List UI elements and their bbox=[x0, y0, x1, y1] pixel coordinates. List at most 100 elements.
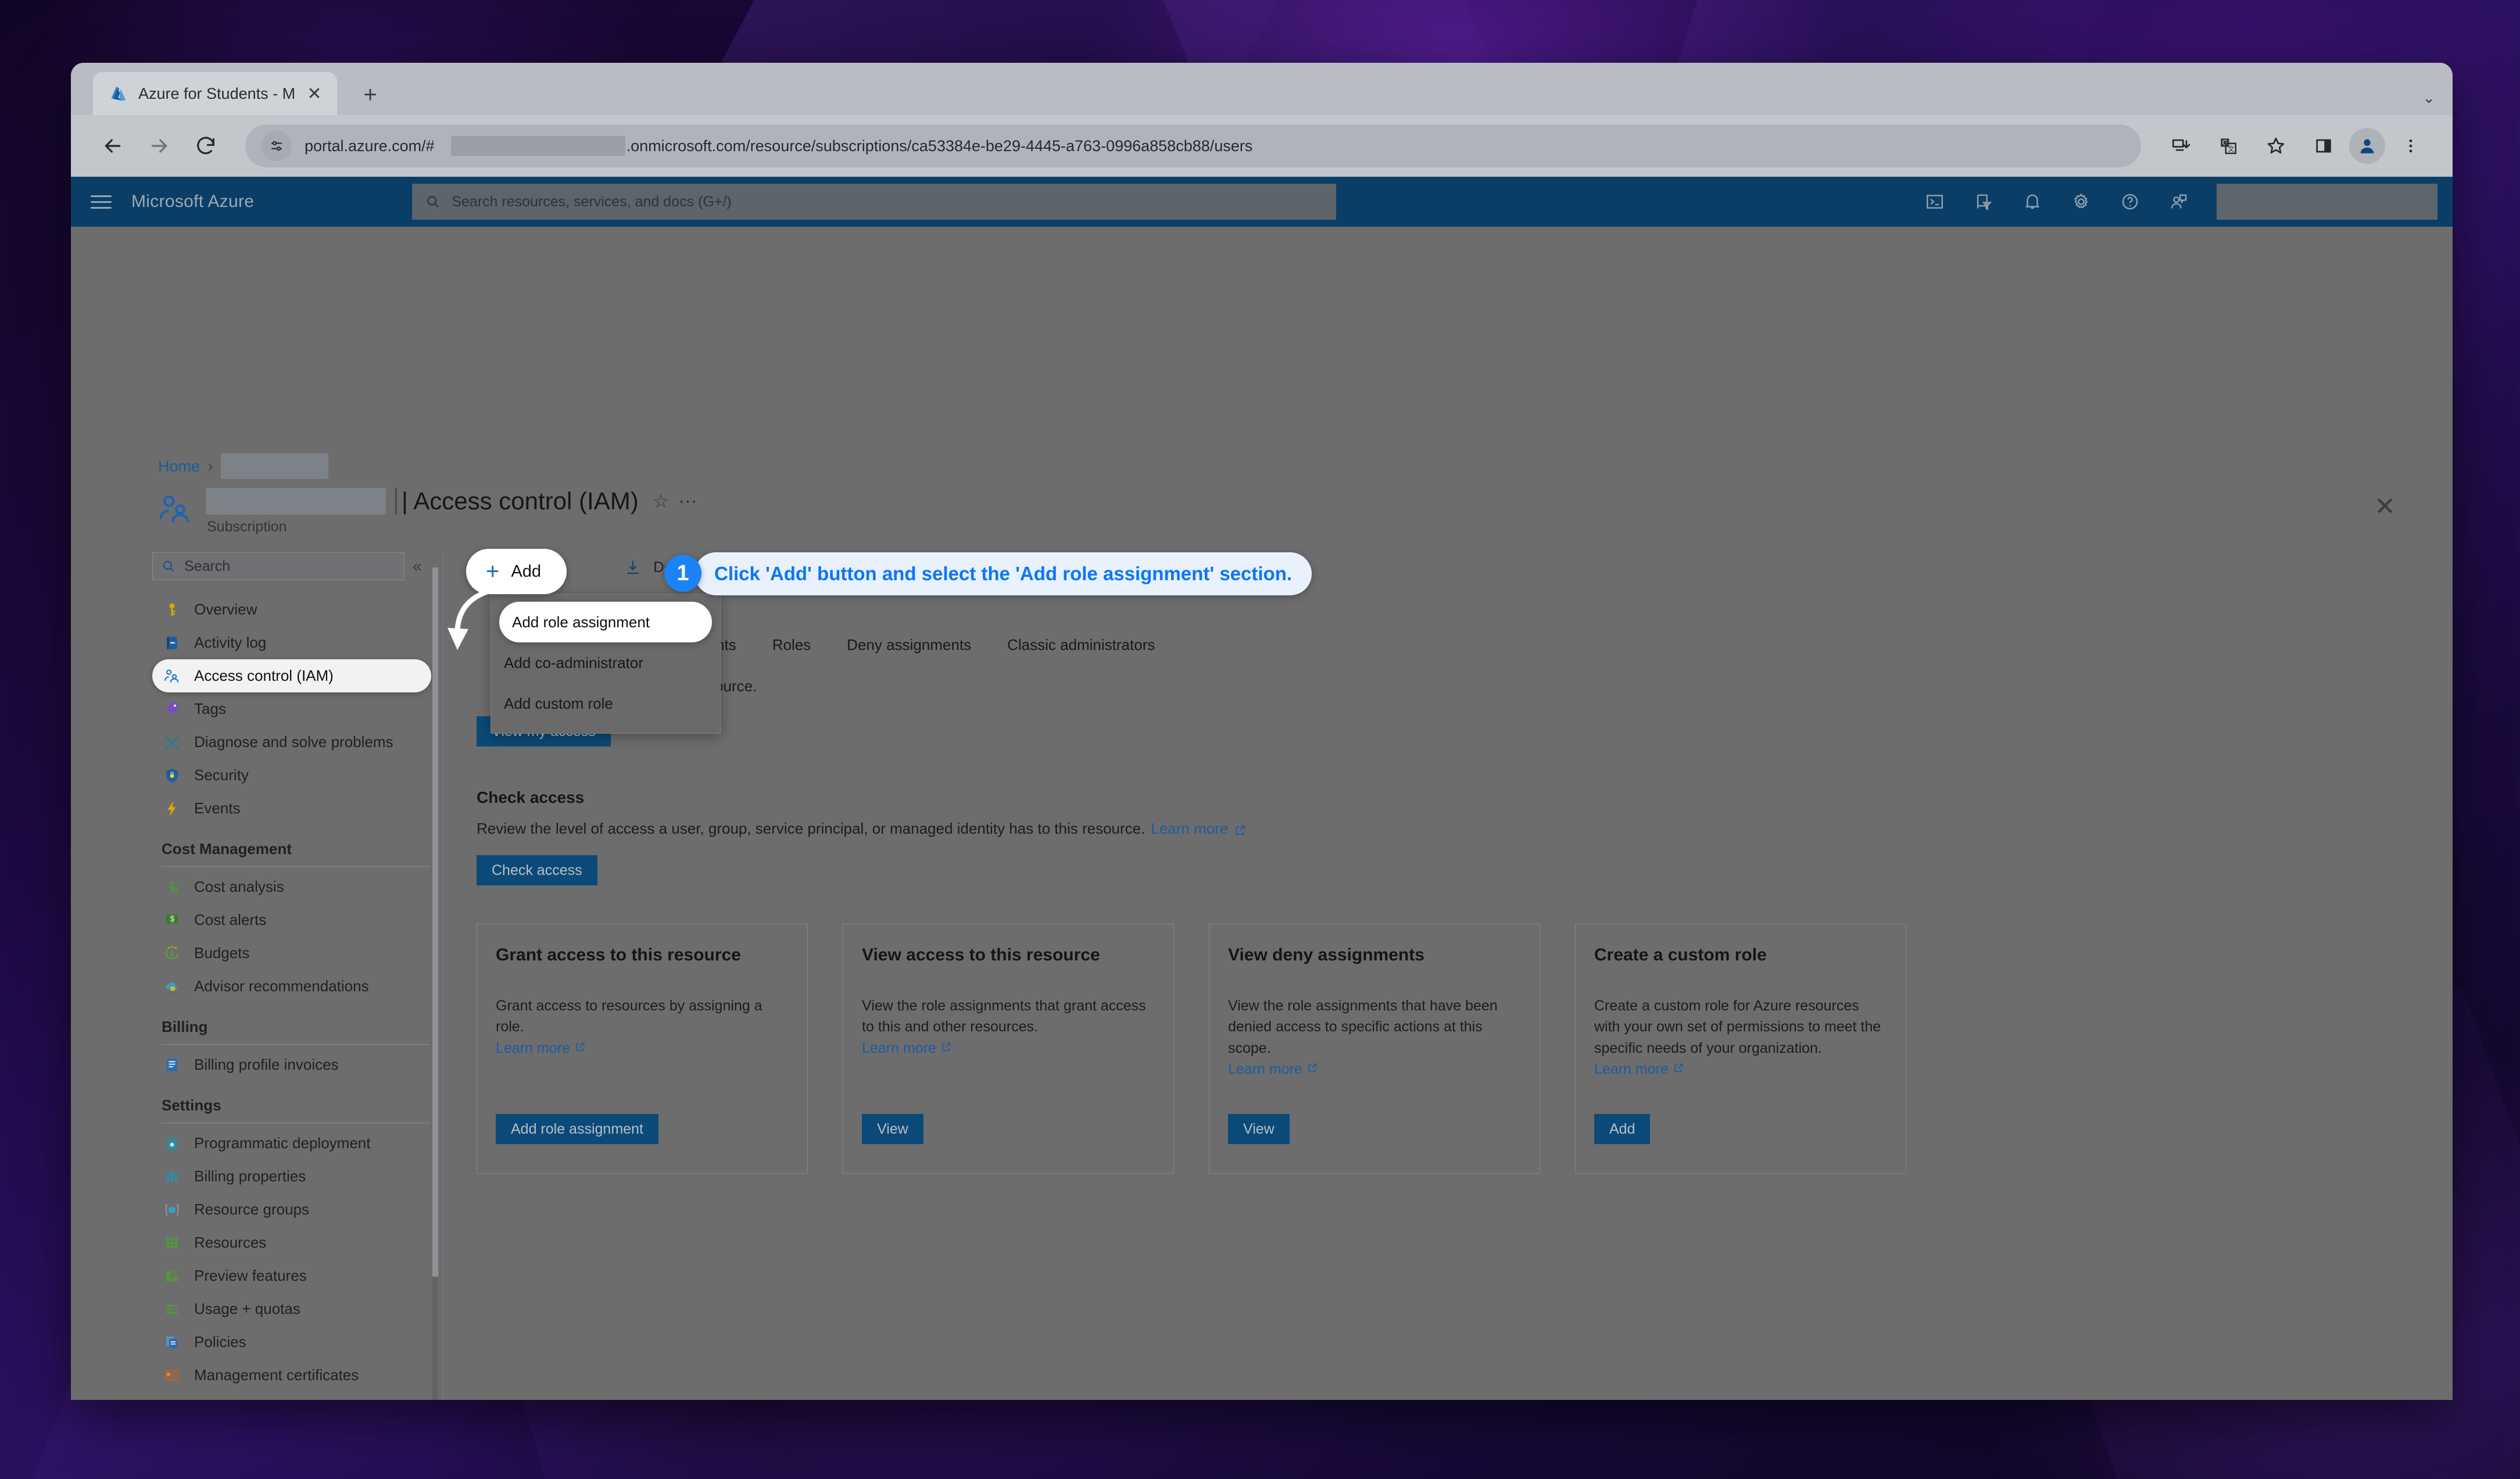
sidebar-item-label: Cost analysis bbox=[194, 878, 284, 895]
learn-more-link[interactable]: Learn more bbox=[496, 1040, 570, 1056]
sidebar-item-label: Security bbox=[194, 766, 249, 784]
breadcrumb-home[interactable]: Home bbox=[158, 458, 200, 476]
menu-item-add-custom-role[interactable]: Add custom role bbox=[491, 683, 720, 724]
plus-icon: + bbox=[486, 559, 500, 584]
address-bar[interactable]: portal.azure.com/# .onmicrosoft.com/reso… bbox=[245, 124, 2141, 167]
sidebar-item-resource-groups[interactable]: Resource groups bbox=[152, 1193, 443, 1226]
add-button[interactable]: + Add bbox=[466, 549, 567, 594]
learn-more-link[interactable]: Learn more bbox=[1594, 1061, 1669, 1077]
star-icon[interactable]: ☆ bbox=[653, 490, 670, 512]
settings-gear-icon[interactable] bbox=[2060, 180, 2103, 223]
card-grant-access: Grant access to this resource Grant acce… bbox=[477, 924, 808, 1174]
feedback-person-icon[interactable] bbox=[2157, 180, 2200, 223]
tab-classic-administrators[interactable]: Classic administrators bbox=[1007, 636, 1155, 654]
notifications-bell-icon[interactable] bbox=[2011, 180, 2054, 223]
reload-icon[interactable] bbox=[184, 124, 228, 168]
window-controls[interactable]: ⌄ bbox=[2422, 89, 2435, 107]
sidebar-group-title: Billing bbox=[162, 1018, 208, 1035]
browser-tab-title: Azure for Students - Microsof bbox=[138, 84, 295, 102]
more-menu-icon[interactable] bbox=[2389, 124, 2433, 168]
new-tab-button[interactable]: + bbox=[350, 74, 391, 115]
grid-icon bbox=[162, 1232, 182, 1253]
help-question-icon[interactable] bbox=[2109, 180, 2152, 223]
learn-more-link[interactable]: Learn more bbox=[1151, 820, 1228, 838]
breadcrumb-separator: › bbox=[208, 458, 213, 474]
install-icon[interactable] bbox=[2159, 124, 2203, 168]
sidebar-item-management-certificates[interactable]: Management certificates bbox=[152, 1359, 443, 1392]
tag-icon bbox=[162, 699, 182, 720]
breadcrumb-redacted-item[interactable] bbox=[221, 453, 329, 479]
azure-header-actions bbox=[1913, 180, 2437, 223]
usage-list-icon bbox=[162, 1299, 182, 1320]
side-panel-icon[interactable] bbox=[2301, 124, 2346, 168]
card-view-access: View access to this resource View the ro… bbox=[843, 924, 1174, 1174]
sidebar-item-advisor-recommendations[interactable]: Advisor recommendations bbox=[152, 970, 443, 1003]
divider bbox=[162, 1044, 430, 1045]
view-button[interactable]: View bbox=[862, 1114, 923, 1144]
view-button[interactable]: View bbox=[1228, 1114, 1290, 1144]
back-icon[interactable] bbox=[91, 124, 135, 168]
learn-more-link[interactable]: Learn more bbox=[862, 1040, 936, 1056]
add-button[interactable]: Add bbox=[1594, 1114, 1651, 1144]
blade-sidebar: Search « Overview Activity log Access co… bbox=[152, 552, 443, 1400]
sidebar-item-budgets[interactable]: $ Budgets bbox=[152, 937, 443, 970]
global-search-input[interactable]: Search resources, services, and docs (G+… bbox=[412, 184, 1337, 220]
certificate-icon bbox=[162, 1365, 182, 1386]
menu-item-add-role-assignment[interactable]: Add role assignment bbox=[499, 602, 712, 642]
azure-brand[interactable]: Microsoft Azure bbox=[131, 192, 254, 212]
breadcrumb: Home › bbox=[158, 453, 329, 479]
tune-icon[interactable] bbox=[262, 131, 292, 161]
check-access-button-row: Check access bbox=[477, 855, 2429, 885]
sidebar-item-diagnose-and-solve-problems[interactable]: Diagnose and solve problems bbox=[152, 726, 443, 759]
card-view-deny-assignments: View deny assignments View the role assi… bbox=[1209, 924, 1540, 1174]
key-icon bbox=[162, 599, 182, 620]
profile-avatar-icon[interactable] bbox=[2349, 128, 2385, 164]
sidebar-item-access-control-iam[interactable]: Access control (IAM) bbox=[152, 659, 431, 692]
cloud-shell-icon[interactable] bbox=[1913, 180, 1956, 223]
forward-icon[interactable] bbox=[137, 124, 181, 168]
sidebar-item-security[interactable]: Security bbox=[152, 759, 443, 792]
sidebar-item-label: Cost alerts bbox=[194, 911, 267, 928]
translate-icon[interactable]: G文 bbox=[2206, 124, 2250, 168]
sidebar-item-billing-properties[interactable]: Billing properties bbox=[152, 1160, 443, 1193]
policy-docs-icon bbox=[162, 1332, 182, 1353]
user-account-chip[interactable] bbox=[2217, 184, 2437, 220]
close-blade-icon[interactable]: ✕ bbox=[2374, 494, 2396, 520]
check-access-button[interactable]: Check access bbox=[477, 855, 597, 885]
chevron-double-left-icon[interactable]: « bbox=[413, 557, 422, 576]
card-title: View deny assignments bbox=[1228, 945, 1424, 964]
ellipsis-icon[interactable]: ⋯ bbox=[678, 490, 698, 512]
sidebar-item-cost-alerts[interactable]: $ Cost alerts bbox=[152, 903, 443, 937]
sidebar-item-events[interactable]: Events bbox=[152, 792, 443, 825]
sidebar-item-resources[interactable]: Resources bbox=[152, 1226, 443, 1259]
sidebar-item-label: Diagnose and solve problems bbox=[194, 733, 393, 751]
sidebar-item-cost-analysis[interactable]: Cost analysis bbox=[152, 870, 443, 903]
tab-roles[interactable]: Roles bbox=[772, 636, 811, 654]
sidebar-item-activity-log[interactable]: Activity log bbox=[152, 626, 443, 659]
browser-tab[interactable]: Azure for Students - Microsof ✕ bbox=[93, 72, 337, 115]
menu-item-add-co-administrator[interactable]: Add co-administrator bbox=[491, 642, 720, 683]
hamburger-icon[interactable] bbox=[86, 187, 116, 217]
close-icon[interactable]: ✕ bbox=[305, 84, 324, 104]
sidebar-item-label: Events bbox=[194, 799, 241, 817]
sidebar-item-label: Usage + quotas bbox=[194, 1300, 300, 1317]
sidebar-search-input[interactable]: Search bbox=[152, 552, 405, 580]
sidebar-item-programmatic-deployment[interactable]: Programmatic deployment bbox=[152, 1127, 443, 1160]
add-role-assignment-button[interactable]: Add role assignment bbox=[496, 1114, 658, 1144]
learn-more-link[interactable]: Learn more bbox=[1228, 1061, 1302, 1077]
sidebar-item-overview[interactable]: Overview bbox=[152, 593, 443, 626]
sidebar-item-usage-quotas[interactable]: Usage + quotas bbox=[152, 1292, 443, 1326]
sidebar-item-policies[interactable]: Policies bbox=[152, 1326, 443, 1359]
sidebar-item-tags[interactable]: Tags bbox=[152, 692, 443, 726]
sidebar-item-preview-features[interactable]: Preview features bbox=[152, 1259, 443, 1292]
tab-deny-assignments[interactable]: Deny assignments bbox=[847, 636, 971, 654]
url-suffix: .onmicrosoft.com/resource/subscriptions/… bbox=[626, 137, 1253, 155]
sidebar-item-my-permissions[interactable]: My permissions bbox=[152, 1392, 443, 1400]
url-prefix: portal.azure.com/# bbox=[305, 137, 435, 155]
bookmark-star-icon[interactable] bbox=[2254, 124, 2298, 168]
preview-sparkle-icon bbox=[162, 1266, 182, 1287]
sidebar-scrollbar[interactable] bbox=[432, 567, 438, 1400]
sidebar-item-label: Billing properties bbox=[194, 1167, 306, 1185]
sidebar-item-billing-profile-invoices[interactable]: Billing profile invoices bbox=[152, 1048, 443, 1081]
directory-filter-icon[interactable] bbox=[1962, 180, 2005, 223]
